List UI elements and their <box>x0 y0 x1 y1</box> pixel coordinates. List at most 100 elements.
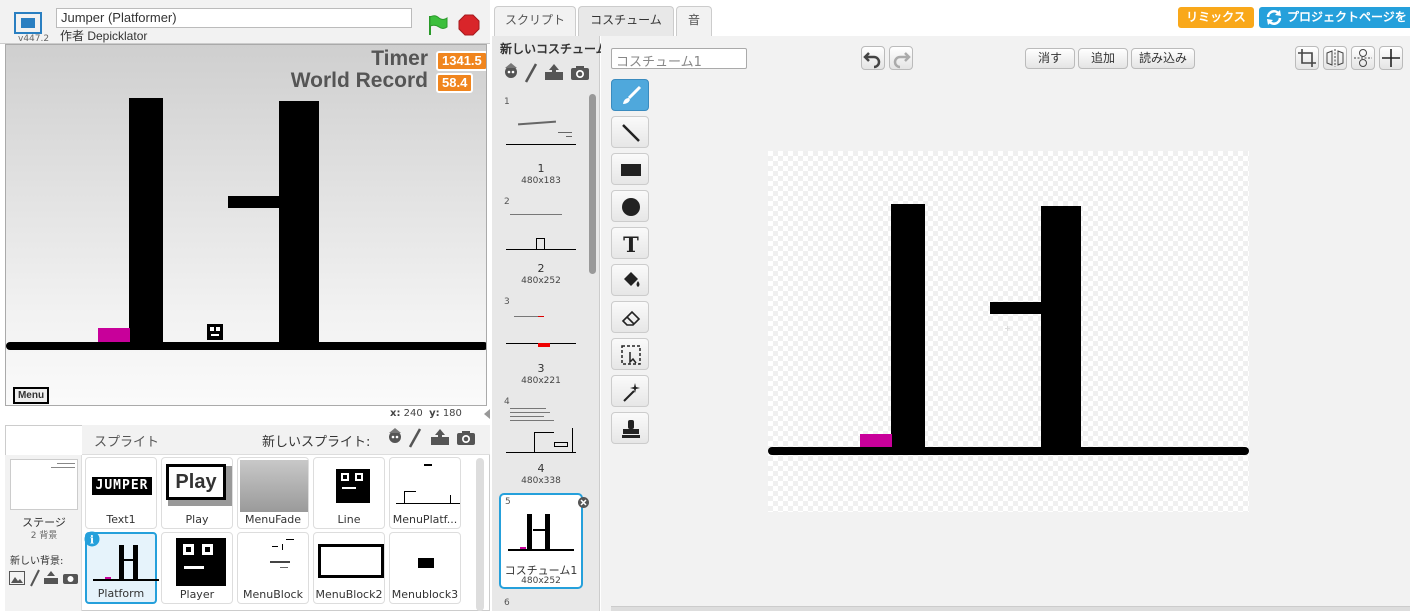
stage-thumbnail[interactable] <box>10 459 78 510</box>
timer-value: 1341.5 <box>436 51 486 71</box>
paint-backdrop-icon[interactable] <box>29 569 41 587</box>
green-flag-icon[interactable] <box>426 14 448 36</box>
sprite-name: Menublock3 <box>391 588 459 601</box>
undo-icon <box>863 52 881 69</box>
costume-size: 480x183 <box>521 176 561 186</box>
costume-thumb-3[interactable] <box>506 308 576 362</box>
delete-costume-icon[interactable] <box>578 497 589 508</box>
canvas-pillar-right <box>1041 206 1081 449</box>
world-record-value: 58.4 <box>436 73 474 93</box>
svg-text:T: T <box>623 233 639 255</box>
paint-canvas[interactable] <box>768 151 1249 512</box>
sprite-tile-player[interactable]: Player <box>161 532 233 604</box>
costume-thumb-1[interactable] <box>506 108 576 162</box>
sprite-tile-menublock3[interactable]: Menublock3 <box>389 532 461 604</box>
sprite-tile-menublock[interactable]: MenuBlock <box>237 532 309 604</box>
add-button[interactable]: 追加 <box>1078 48 1128 69</box>
text-tool[interactable]: T <box>611 227 649 259</box>
new-costume-label: 新しいコスチューム: <box>500 42 610 56</box>
tab-scripts[interactable]: スクリプト <box>494 6 576 36</box>
costume-size: 480x252 <box>521 276 561 286</box>
camera-costume-icon[interactable] <box>570 65 590 81</box>
select-tool[interactable] <box>611 338 649 370</box>
text-icon: T <box>623 233 639 255</box>
sprite-tile-menuplatform[interactable]: MenuPlatf... <box>389 457 461 529</box>
costume-scrollbar[interactable] <box>589 94 596 274</box>
clear-button[interactable]: 消す <box>1025 48 1075 69</box>
collapse-stage-icon[interactable] <box>483 409 491 419</box>
sprite-name: Line <box>337 513 361 526</box>
fullscreen-icon[interactable] <box>14 12 42 34</box>
fill-tool[interactable] <box>611 264 649 296</box>
costume-size: 480x221 <box>521 376 561 386</box>
menu-button[interactable]: Menu <box>13 387 49 404</box>
backdrop-library-icon[interactable] <box>9 571 25 585</box>
world-record-label: World Record <box>290 69 428 92</box>
costume-number: 5 <box>505 497 511 507</box>
crop-button[interactable] <box>1295 46 1319 70</box>
flip-vertical-button[interactable] <box>1351 46 1375 70</box>
play-logo: Play <box>166 464 226 500</box>
brush-tool[interactable] <box>611 79 649 111</box>
ledge <box>228 196 280 208</box>
upload-costume-icon[interactable] <box>544 63 564 81</box>
upload-sprite-icon[interactable] <box>430 428 450 446</box>
sprite-name: Platform <box>97 587 145 600</box>
eraser-tool[interactable] <box>611 301 649 333</box>
costume-name: 1 <box>537 162 545 175</box>
import-button[interactable]: 読み込み <box>1131 48 1195 69</box>
costume-thumb-5[interactable] <box>506 508 576 562</box>
sprite-name: MenuPlatf... <box>392 513 458 526</box>
line-tool[interactable] <box>611 116 649 148</box>
ellipse-icon <box>622 198 640 216</box>
stage[interactable]: Timer 1341.5 World Record 58.4 Menu <box>5 44 487 406</box>
rectangle-tool[interactable] <box>611 153 649 185</box>
costume-number: 6 <box>504 598 510 608</box>
costume-name-input[interactable]: コスチューム1 <box>611 48 747 70</box>
mouse-coords: x: 240 y: 180 <box>390 408 462 419</box>
paint-sprite-icon[interactable] <box>408 428 422 448</box>
magic-select-tool[interactable] <box>611 375 649 407</box>
sprite-name: MenuBlock2 <box>315 588 383 601</box>
project-title-input[interactable]: Jumper (Platformer) <box>56 8 412 28</box>
editor-bottom-bar <box>611 606 1410 611</box>
sprite-tile-line[interactable]: Line <box>313 457 385 529</box>
remix-button[interactable]: リミックス <box>1178 7 1254 28</box>
sprite-tile-text1[interactable]: JUMPER Text1 <box>85 457 157 529</box>
costume-name: 4 <box>537 462 545 475</box>
upload-backdrop-icon[interactable] <box>43 570 59 585</box>
flip-horizontal-icon <box>1326 49 1344 67</box>
crop-icon <box>1298 49 1316 67</box>
sprite-tile-play[interactable]: Play Play <box>161 457 233 529</box>
costume-number: 1 <box>504 97 510 107</box>
sprite-name: Play <box>185 513 209 526</box>
sprite-tile-menublock2[interactable]: MenuBlock2 <box>313 532 385 604</box>
tab-costumes[interactable]: コスチューム <box>578 6 674 36</box>
sprite-scrollbar[interactable] <box>476 458 484 611</box>
redo-button[interactable] <box>889 46 913 70</box>
redo-icon <box>893 52 911 69</box>
camera-sprite-icon[interactable] <box>456 430 476 446</box>
tab-sounds[interactable]: 音 <box>676 6 712 36</box>
paint-costume-icon[interactable] <box>524 63 538 83</box>
costume-library-icon[interactable] <box>502 63 520 83</box>
info-icon[interactable]: i <box>84 531 100 547</box>
camera-backdrop-icon[interactable] <box>62 572 79 585</box>
costume-thumb-4[interactable] <box>506 404 576 458</box>
stop-icon[interactable] <box>458 14 480 36</box>
sprite-library-icon[interactable] <box>386 428 404 448</box>
costume-thumb-2[interactable] <box>506 208 576 262</box>
costume-size: 480x338 <box>521 476 561 486</box>
flip-horizontal-button[interactable] <box>1323 46 1347 70</box>
sprite-name: Player <box>179 588 215 601</box>
stamp-tool[interactable] <box>611 412 649 444</box>
ellipse-tool[interactable] <box>611 190 649 222</box>
canvas-ledge <box>990 302 1042 314</box>
sprite-tile-menufade[interactable]: MenuFade <box>237 457 309 529</box>
player-sprite <box>207 324 223 340</box>
set-center-button[interactable] <box>1379 46 1403 70</box>
new-backdrop-label: 新しい背景: <box>10 556 64 567</box>
backdrop-count: 2 背景 <box>30 531 58 541</box>
new-sprite-label: 新しいスプライト: <box>262 435 371 450</box>
undo-button[interactable] <box>861 46 885 70</box>
